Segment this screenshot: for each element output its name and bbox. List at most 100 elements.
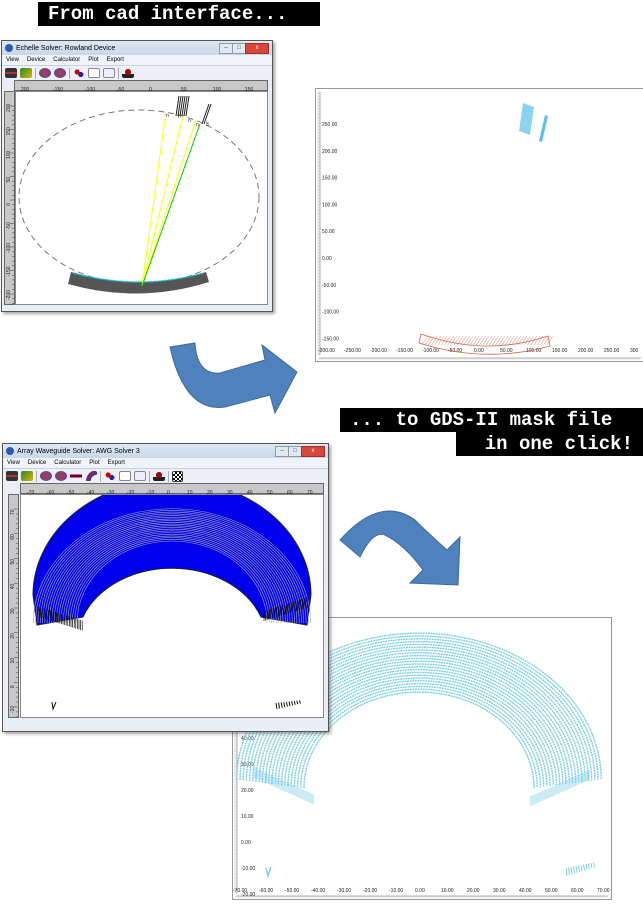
minimize-button[interactable]: –	[219, 42, 233, 54]
menu-export[interactable]: Export	[104, 460, 129, 466]
y-tick-label: 250.00	[322, 122, 338, 128]
bend-waveguide-icon[interactable]	[85, 471, 97, 481]
close-button[interactable]: x	[301, 445, 325, 457]
grating-hatch	[524, 335, 531, 346]
x-tick-label: -60.00	[259, 888, 273, 894]
ruler-ticks: 70 60 50 40 30 20 10 0 -10	[10, 508, 18, 728]
design-canvas[interactable]	[20, 479, 324, 718]
y-tick-label: 20.00	[241, 788, 254, 794]
ruler-label: 200	[6, 103, 12, 112]
lens-icon[interactable]	[54, 68, 66, 78]
ruler-label: -200	[6, 290, 12, 300]
output-port	[293, 700, 296, 705]
y-tick-label: 0.00	[322, 256, 332, 262]
maximize-button[interactable]: □	[288, 445, 302, 457]
output-waveguide	[539, 115, 548, 142]
banner-top: From cad interface...	[38, 2, 320, 26]
menu-view[interactable]: View	[3, 460, 24, 466]
transmission-plot-icon[interactable]	[134, 471, 146, 481]
menu-bar: View Device Calculator Plot Export	[2, 55, 272, 66]
toolbar	[2, 66, 272, 80]
device-tool-icon[interactable]	[20, 68, 32, 78]
grating-hatch	[463, 335, 470, 346]
menu-plot[interactable]: Plot	[85, 460, 103, 466]
output-port	[275, 702, 278, 710]
grating-hatch	[450, 335, 457, 346]
x-tick-label: 0.00	[415, 888, 425, 894]
ruler-label: 70	[10, 509, 16, 515]
y-tick-label: 0.00	[241, 840, 251, 846]
banner-bottom-line2: in one click!	[456, 432, 643, 456]
design-canvas[interactable]: nnnn8	[15, 91, 268, 305]
menu-calculator[interactable]: Calculator	[50, 460, 85, 466]
x-tick-label: -10.00	[389, 888, 403, 894]
x-tick-label: 30.00	[493, 888, 506, 894]
x-tick-label: 0.00	[474, 348, 484, 354]
y-tick-label: -150.00	[322, 336, 339, 342]
grating-hatch	[495, 335, 502, 346]
output-port	[590, 862, 593, 869]
waveguide-tool-icon[interactable]	[5, 68, 17, 78]
ruler-label: 0	[6, 203, 12, 206]
grating-hatch	[521, 335, 528, 346]
output-port	[285, 701, 288, 707]
toolbar-separator	[149, 470, 150, 482]
window-title: Echelle Solver: Rowland Device	[16, 44, 116, 52]
x-tick-label: -150.00	[396, 348, 413, 354]
spectrum-plot-icon[interactable]	[119, 471, 131, 481]
x-tick-label: 20.00	[467, 888, 480, 894]
menu-export[interactable]: Export	[103, 57, 128, 63]
menu-device[interactable]: Device	[23, 57, 49, 63]
echelle-solver-window: Echelle Solver: Rowland Device – □ x Vie…	[1, 40, 273, 314]
ray	[141, 111, 167, 287]
lens-icon[interactable]	[55, 471, 67, 481]
waveguide-arc	[290, 680, 548, 787]
awg-solver-window: Array Waveguide Solver: AWG Solver 3 – □…	[2, 443, 329, 732]
star-coupler-icon[interactable]	[40, 471, 52, 481]
port-label: n	[188, 118, 191, 124]
export-icon[interactable]	[153, 471, 165, 481]
menu-plot[interactable]: Plot	[84, 57, 102, 63]
calculate-icon[interactable]	[104, 471, 116, 481]
app-icon	[5, 44, 13, 52]
device-tool-icon[interactable]	[21, 471, 33, 481]
grating-hatch	[533, 335, 541, 346]
grating-hatch	[425, 335, 432, 346]
spectrum-plot-icon[interactable]	[88, 68, 100, 78]
ruler-label: 0	[10, 685, 16, 688]
input-port	[265, 866, 272, 879]
star-coupler-icon[interactable]	[39, 68, 51, 78]
horizontal-ruler: 200 -150 -100 -50 0 50 100 150	[14, 80, 271, 94]
minimize-button[interactable]: –	[275, 445, 289, 457]
menu-device[interactable]: Device	[24, 460, 50, 466]
grating-hatch	[434, 335, 441, 346]
grating-hatch	[447, 335, 454, 346]
straight-waveguide-icon[interactable]	[70, 471, 82, 481]
waveguide-tool-icon[interactable]	[6, 471, 18, 481]
maximize-button[interactable]: □	[232, 42, 246, 54]
ruler-label: 20	[10, 633, 16, 639]
transmission-plot-icon[interactable]	[103, 68, 115, 78]
ruler-label: -10	[10, 706, 16, 713]
x-tick-label: -300.00	[318, 348, 335, 354]
x-tick-label: 200.00	[578, 348, 594, 354]
ruler-label: 50	[6, 177, 12, 183]
ray	[141, 115, 184, 287]
echelle-drawing: n nnn 8	[18, 95, 260, 294]
output-port	[585, 863, 588, 870]
ruler-ticks: 200 150 100 50 0 -50 -100 -150 -200	[6, 103, 14, 314]
gds-plot-echelle-canvas: 250.00 200.00 150.00 100.00 50.00 0.00 -50.00 -…	[317, 91, 641, 369]
grid-icon[interactable]	[172, 470, 183, 482]
menu-view[interactable]: View	[2, 57, 23, 63]
y-tick-label: 50.00	[322, 229, 335, 235]
port-label: n	[178, 114, 181, 120]
calculate-icon[interactable]	[73, 68, 85, 78]
ruler-label: 60	[10, 534, 16, 540]
grating-hatch	[498, 335, 505, 346]
menu-calculator[interactable]: Calculator	[49, 57, 84, 63]
export-icon[interactable]	[122, 68, 134, 78]
close-button[interactable]: x	[245, 42, 269, 54]
grating-hatch	[421, 335, 429, 346]
vertical-ruler: 70 60 50 40 30 20 10 0 -10	[8, 494, 19, 728]
title-bar: Array Waveguide Solver: AWG Solver 3 – □…	[3, 444, 328, 458]
